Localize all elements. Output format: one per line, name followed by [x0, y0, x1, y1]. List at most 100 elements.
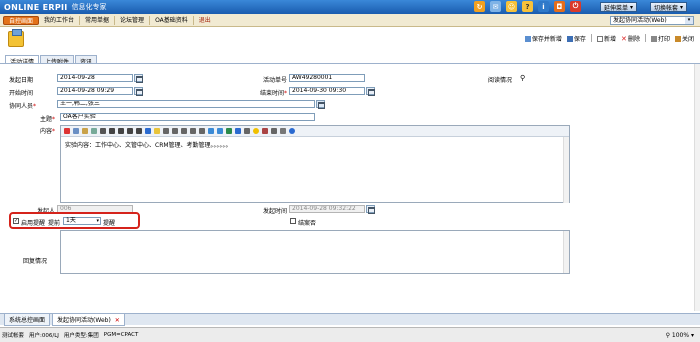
nav-item-control[interactable]: 自控画面: [3, 15, 40, 25]
nav-item-exit[interactable]: 退出: [194, 16, 216, 25]
subject-field[interactable]: OA客户实验: [60, 113, 315, 121]
editor-scrollbar[interactable]: [563, 137, 569, 203]
app-logo-subtitle: 信息化专家: [71, 3, 107, 11]
nav-item-common-docs[interactable]: 常用单据: [80, 15, 116, 25]
save-icon: [566, 35, 573, 42]
participants-field[interactable]: 王一,韩二,张三: [57, 100, 315, 108]
read-status-label: 阅读情况: [488, 77, 513, 84]
mail-icon[interactable]: ✉: [490, 1, 501, 12]
finished-checkbox[interactable]: [290, 218, 296, 224]
calendar-icon[interactable]: [366, 87, 375, 96]
calendar-icon[interactable]: [134, 87, 143, 96]
app-logo: ONLINE ERPII: [4, 2, 68, 12]
reminder-highlight-annotation: [9, 212, 140, 229]
calendar-icon[interactable]: [134, 74, 143, 83]
toolbar-divider: [644, 34, 646, 42]
unlink-icon[interactable]: [217, 128, 223, 134]
content-label: 内容*: [39, 128, 55, 135]
list-icon[interactable]: [190, 128, 196, 134]
new-button[interactable]: 新增: [596, 34, 616, 43]
align-center-icon[interactable]: [172, 128, 178, 134]
indent-icon[interactable]: [199, 128, 205, 134]
status-bar: 测试帐套 用户:006/LJ 用户类型:集团 PGM=CPACT ⚲ 100% …: [0, 327, 700, 342]
start-date-field[interactable]: 2014-09-28: [57, 74, 133, 82]
end-time-field[interactable]: 2014-09-30 09:30: [289, 87, 365, 95]
nav-item-workbench[interactable]: 我的工作台: [39, 15, 81, 25]
reply-scrollbar[interactable]: [563, 231, 569, 273]
info-icon[interactable]: i: [538, 1, 549, 12]
special-char-icon[interactable]: [262, 128, 268, 134]
print-icon: [650, 35, 657, 42]
font-color-icon[interactable]: [145, 128, 151, 134]
module-select[interactable]: 发起协同活动(Web) ▾: [610, 16, 694, 25]
zoom-value: 100%: [671, 332, 690, 339]
preview-icon[interactable]: [280, 128, 286, 134]
main-nav: 自控画面 我的工作台 常用单据 论坛管理 OA基础资料 退出 发起协同活动(We…: [0, 14, 700, 27]
align-left-icon[interactable]: [163, 128, 169, 134]
save-button[interactable]: 保存: [566, 34, 586, 43]
new-label: 新增: [603, 36, 616, 43]
activity-no-field[interactable]: AW49280001: [289, 74, 365, 82]
about-icon[interactable]: [289, 128, 295, 134]
participant-picker-icon[interactable]: [316, 100, 325, 109]
user-icon[interactable]: ☺: [506, 1, 517, 12]
zoom-control[interactable]: ⚲ 100% ▾: [666, 332, 694, 339]
window-tab-system[interactable]: 系统总控画面: [4, 313, 51, 326]
nav-item-oa-basic[interactable]: OA基础资料: [150, 15, 194, 25]
paste-text-icon[interactable]: [91, 128, 97, 134]
format-icon[interactable]: [100, 128, 106, 134]
close-button[interactable]: 关闭: [674, 34, 694, 43]
save-label: 保存: [573, 36, 586, 43]
close-door-icon: [674, 35, 681, 42]
save-add-button[interactable]: 保存并新增: [524, 34, 562, 43]
cut-icon[interactable]: [64, 128, 70, 134]
zoom-icon: ⚲: [665, 332, 670, 339]
page-scrollbar[interactable]: [694, 64, 700, 311]
hr-icon[interactable]: [244, 128, 250, 134]
calendar-icon[interactable]: [366, 205, 375, 214]
italic-icon[interactable]: [118, 128, 124, 134]
bold-icon[interactable]: [109, 128, 115, 134]
highlight-icon[interactable]: [154, 128, 160, 134]
underline-icon[interactable]: [127, 128, 133, 134]
end-time-label: 结束时间*: [259, 90, 287, 97]
copy-icon[interactable]: [73, 128, 79, 134]
module-select-value: 发起协同活动(Web): [613, 17, 667, 24]
shortcut-menu-button[interactable]: 延伸菜单 ▾: [600, 2, 638, 12]
status-test: 测试帐套: [2, 333, 25, 339]
link-icon[interactable]: [208, 128, 214, 134]
search-icon[interactable]: ⚲: [520, 74, 525, 82]
window-tab-activity[interactable]: 发起协同活动(Web) ✕: [52, 313, 125, 326]
nav-item-forum[interactable]: 论坛管理: [115, 15, 151, 25]
table-icon[interactable]: [235, 128, 241, 134]
activity-no-label: 活动单号: [262, 77, 287, 84]
top-icon-group: ↻ ✉ ☺ ? i ◘ ⏻: [474, 1, 581, 12]
finished-label: 结案否: [298, 220, 317, 227]
begin-time-field[interactable]: 2014-09-28 09:29: [57, 87, 133, 95]
chevron-down-icon: ▾: [680, 3, 684, 11]
reply-textarea[interactable]: [60, 230, 570, 274]
refresh-icon[interactable]: ↻: [474, 1, 485, 12]
lock-icon[interactable]: ◘: [554, 1, 565, 12]
smiley-icon[interactable]: [253, 128, 259, 134]
delete-button[interactable]: ✕ 删除: [621, 34, 640, 43]
content-editor[interactable]: 实验内容：工作中心、文管中心、CRM管理、考勤管理。。。。。。: [60, 125, 570, 203]
subject-label: 主题*: [39, 116, 55, 123]
image-icon[interactable]: [226, 128, 232, 134]
status-pgm: PGM=CPACT: [103, 332, 139, 338]
save-add-label: 保存并新增: [531, 36, 562, 43]
title-bar: ONLINE ERPII 信息化专家 ↻ ✉ ☺ ? i ◘ ⏻ 延伸菜单 ▾ …: [0, 0, 700, 14]
initiate-time-label: 发起时间: [262, 208, 287, 215]
exit-icon[interactable]: ⏻: [570, 1, 581, 12]
source-icon[interactable]: [271, 128, 277, 134]
status-user-type: 用户类型:集团: [63, 333, 99, 339]
switch-account-button[interactable]: 切换帐套 ▾: [650, 2, 688, 12]
print-button[interactable]: 打印: [650, 34, 670, 43]
help-icon[interactable]: ?: [522, 1, 533, 12]
paste-icon[interactable]: [82, 128, 88, 134]
window-tab-activity-label: 发起协同活动(Web): [57, 317, 111, 324]
close-icon[interactable]: ✕: [115, 317, 120, 324]
align-right-icon[interactable]: [181, 128, 187, 134]
strike-icon[interactable]: [136, 128, 142, 134]
delete-label: 删除: [627, 36, 640, 43]
